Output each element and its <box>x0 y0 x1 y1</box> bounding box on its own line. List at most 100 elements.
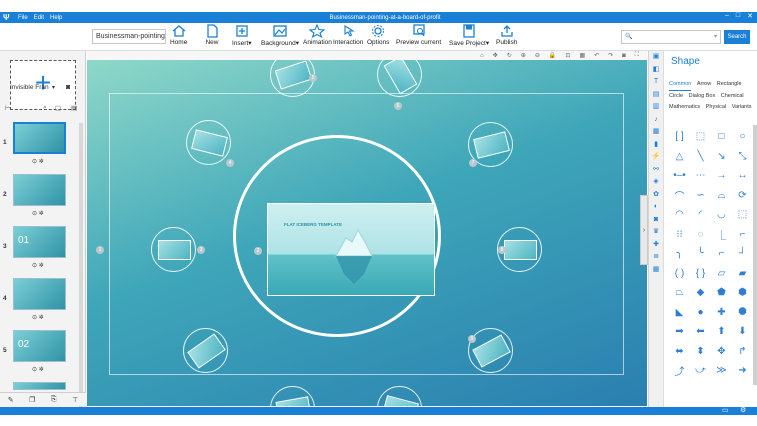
arrow-right-shape-icon[interactable]: ➡ <box>669 322 690 342</box>
zoom-in-icon[interactable]: ⊕ <box>521 52 526 59</box>
hexagon-shape-icon[interactable]: ⬢ <box>732 283 753 303</box>
tab-physical[interactable]: Physical <box>706 102 726 113</box>
orbit-frame[interactable] <box>468 328 513 373</box>
thumbnail-item[interactable]: 4 ⊙ ✲ <box>0 278 80 328</box>
grid-icon[interactable]: ▦ <box>579 52 585 59</box>
options-button[interactable]: Options <box>367 24 389 46</box>
path-number[interactable]: 8 <box>498 246 506 254</box>
puzzle-icon[interactable]: ✚ <box>649 239 663 252</box>
arrow-left-shape-icon[interactable]: ⬅ <box>690 322 711 342</box>
arrow-ud-shape-icon[interactable]: ⬍ <box>690 342 711 362</box>
thumbnail-image[interactable] <box>13 382 66 390</box>
save-project-button[interactable]: Save Project▾ <box>449 24 489 47</box>
sidebar-icon[interactable]: ▥ <box>649 101 663 114</box>
monitor-icon[interactable]: ▭ <box>722 406 729 414</box>
undo-icon[interactable]: ↶ <box>594 52 599 59</box>
parallelogram-shape-icon[interactable]: ▱ <box>711 264 732 284</box>
minimize-icon[interactable]: – <box>725 12 729 20</box>
menu-file[interactable]: File <box>18 15 28 21</box>
orbit-card[interactable] <box>158 240 191 260</box>
arrow-line-shape-icon[interactable]: ↘ <box>711 147 732 167</box>
curve-3-shape-icon[interactable]: ⌓ <box>711 186 732 206</box>
project-name-field[interactable]: Businessman-pointing <box>92 29 166 44</box>
step-shape-icon[interactable]: ⌐ <box>732 225 753 245</box>
dot-line-shape-icon[interactable]: •–• <box>669 166 690 186</box>
new-button[interactable]: New <box>204 24 220 46</box>
brace-shape-icon[interactable]: { } <box>690 264 711 284</box>
step-3-shape-icon[interactable]: ╰ <box>690 244 711 264</box>
menu-edit[interactable]: Edit <box>34 15 44 21</box>
curve-2-shape-icon[interactable]: ∽ <box>690 186 711 206</box>
tab-rectangle[interactable]: Rectangle <box>717 79 742 90</box>
compass-icon[interactable]: ✿ <box>649 189 663 202</box>
orbit-frame[interactable] <box>270 386 315 406</box>
center-slide[interactable]: FLAT ICEBERG TEMPLATE <box>267 203 435 296</box>
flash-icon[interactable]: ⚡ <box>649 151 663 164</box>
maximize-icon[interactable]: □ <box>736 12 740 20</box>
shape-panel-scrollbar[interactable] <box>753 125 757 385</box>
right-triangle-shape-icon[interactable]: ◣ <box>669 303 690 323</box>
thumbnail-actions-icon[interactable]: ⊙ ✲ <box>32 366 44 373</box>
dotted-circle-shape-icon[interactable]: ◌ <box>690 225 711 245</box>
search-input[interactable]: 🔍 ▾ <box>621 30 721 44</box>
orbit-frame[interactable] <box>186 120 231 165</box>
orbit-frame[interactable] <box>151 227 196 272</box>
arrow-lr-shape-icon[interactable]: ⬌ <box>669 342 690 362</box>
frame-type-select[interactable]: Invisible Fran <box>10 84 49 91</box>
arc-dots-shape-icon[interactable]: ◜ <box>690 205 711 225</box>
filled-circle-shape-icon[interactable]: ● <box>690 303 711 323</box>
arrow-right-line-shape-icon[interactable]: → <box>711 166 732 186</box>
home-view-icon[interactable]: ⌂ <box>480 53 484 59</box>
center-icon[interactable]: ⊡ <box>565 52 570 59</box>
path-number[interactable]: 4 <box>226 159 234 167</box>
collapse-left-icon[interactable]: ⊢ <box>5 104 11 112</box>
dialog-icon[interactable]: ◐ <box>649 201 663 214</box>
thumbnail-actions-icon[interactable]: ⊙ ✲ <box>32 262 44 269</box>
thumbnail-item[interactable]: 5 02 ⊙ ✲ <box>0 330 80 380</box>
delete-icon[interactable]: ▢ <box>55 104 61 112</box>
insert-button[interactable]: Insert▾ <box>232 24 252 47</box>
orbit-card[interactable] <box>274 60 313 90</box>
background-button[interactable]: Background▾ <box>261 24 299 47</box>
frames-scrollbar[interactable] <box>79 123 83 413</box>
home-button[interactable]: Home <box>170 24 187 46</box>
orbit-frame[interactable] <box>377 60 422 97</box>
paren-shape-icon[interactable]: ( ) <box>669 264 690 284</box>
orbit-card[interactable] <box>472 334 511 368</box>
align-icon[interactable]: ⊤ <box>72 396 78 404</box>
editing-canvas[interactable]: FLAT ICEBERG TEMPLATE 1 2 3 4 5 6 7 8 9 <box>87 60 647 406</box>
step-2-shape-icon[interactable]: ╮ <box>669 244 690 264</box>
thumbnail-item[interactable]: 2 ⊙ ✲ <box>0 174 80 224</box>
tab-mathematics[interactable]: Mathematics <box>669 102 700 113</box>
line-shape-icon[interactable]: ╲ <box>690 147 711 167</box>
thumbnail-image[interactable] <box>13 278 66 310</box>
chevron-shape-icon[interactable]: ≫ <box>711 361 732 381</box>
orbit-frame[interactable] <box>377 386 422 406</box>
orbit-card[interactable] <box>191 129 228 157</box>
path-number[interactable]: 1 <box>96 246 104 254</box>
orbit-card[interactable] <box>383 60 418 95</box>
arrow-4way-shape-icon[interactable]: ✥ <box>711 342 732 362</box>
publish-button[interactable]: Publish <box>496 24 517 46</box>
arc-dots-2-shape-icon[interactable]: ◡ <box>711 205 732 225</box>
edit-icon[interactable]: ✎ <box>8 396 14 404</box>
curve-shape-icon[interactable]: ⌒ <box>669 186 690 206</box>
dotted-bracket-shape-icon[interactable]: ⁝⁝ <box>669 225 690 245</box>
camera-icon[interactable]: ◙ <box>649 214 663 227</box>
arrow-curve-shape-icon[interactable]: ⤻ <box>690 361 711 381</box>
orbit-card[interactable] <box>187 333 226 369</box>
tab-common[interactable]: Common <box>669 79 692 91</box>
paste-icon[interactable]: ⎘ <box>51 396 57 404</box>
path-number[interactable]: 7 <box>469 159 477 167</box>
square-shape-icon[interactable]: □ <box>711 127 732 147</box>
thumbnail-actions-icon[interactable]: ⊙ ✲ <box>32 210 44 217</box>
step-4-shape-icon[interactable]: ⌐ <box>711 244 732 264</box>
path-number[interactable]: 3 <box>197 246 205 254</box>
interaction-button[interactable]: Interaction <box>333 24 363 46</box>
collapse-right-panel-button[interactable]: › <box>640 195 648 265</box>
zoom-out-icon[interactable]: ⊖ <box>535 52 540 59</box>
step-5-shape-icon[interactable]: ┘ <box>732 244 753 264</box>
tab-arrow[interactable]: Arrow <box>697 79 711 90</box>
move-icon[interactable]: ✥ <box>493 52 498 59</box>
arrow-down-shape-icon[interactable]: ⬇ <box>732 322 753 342</box>
